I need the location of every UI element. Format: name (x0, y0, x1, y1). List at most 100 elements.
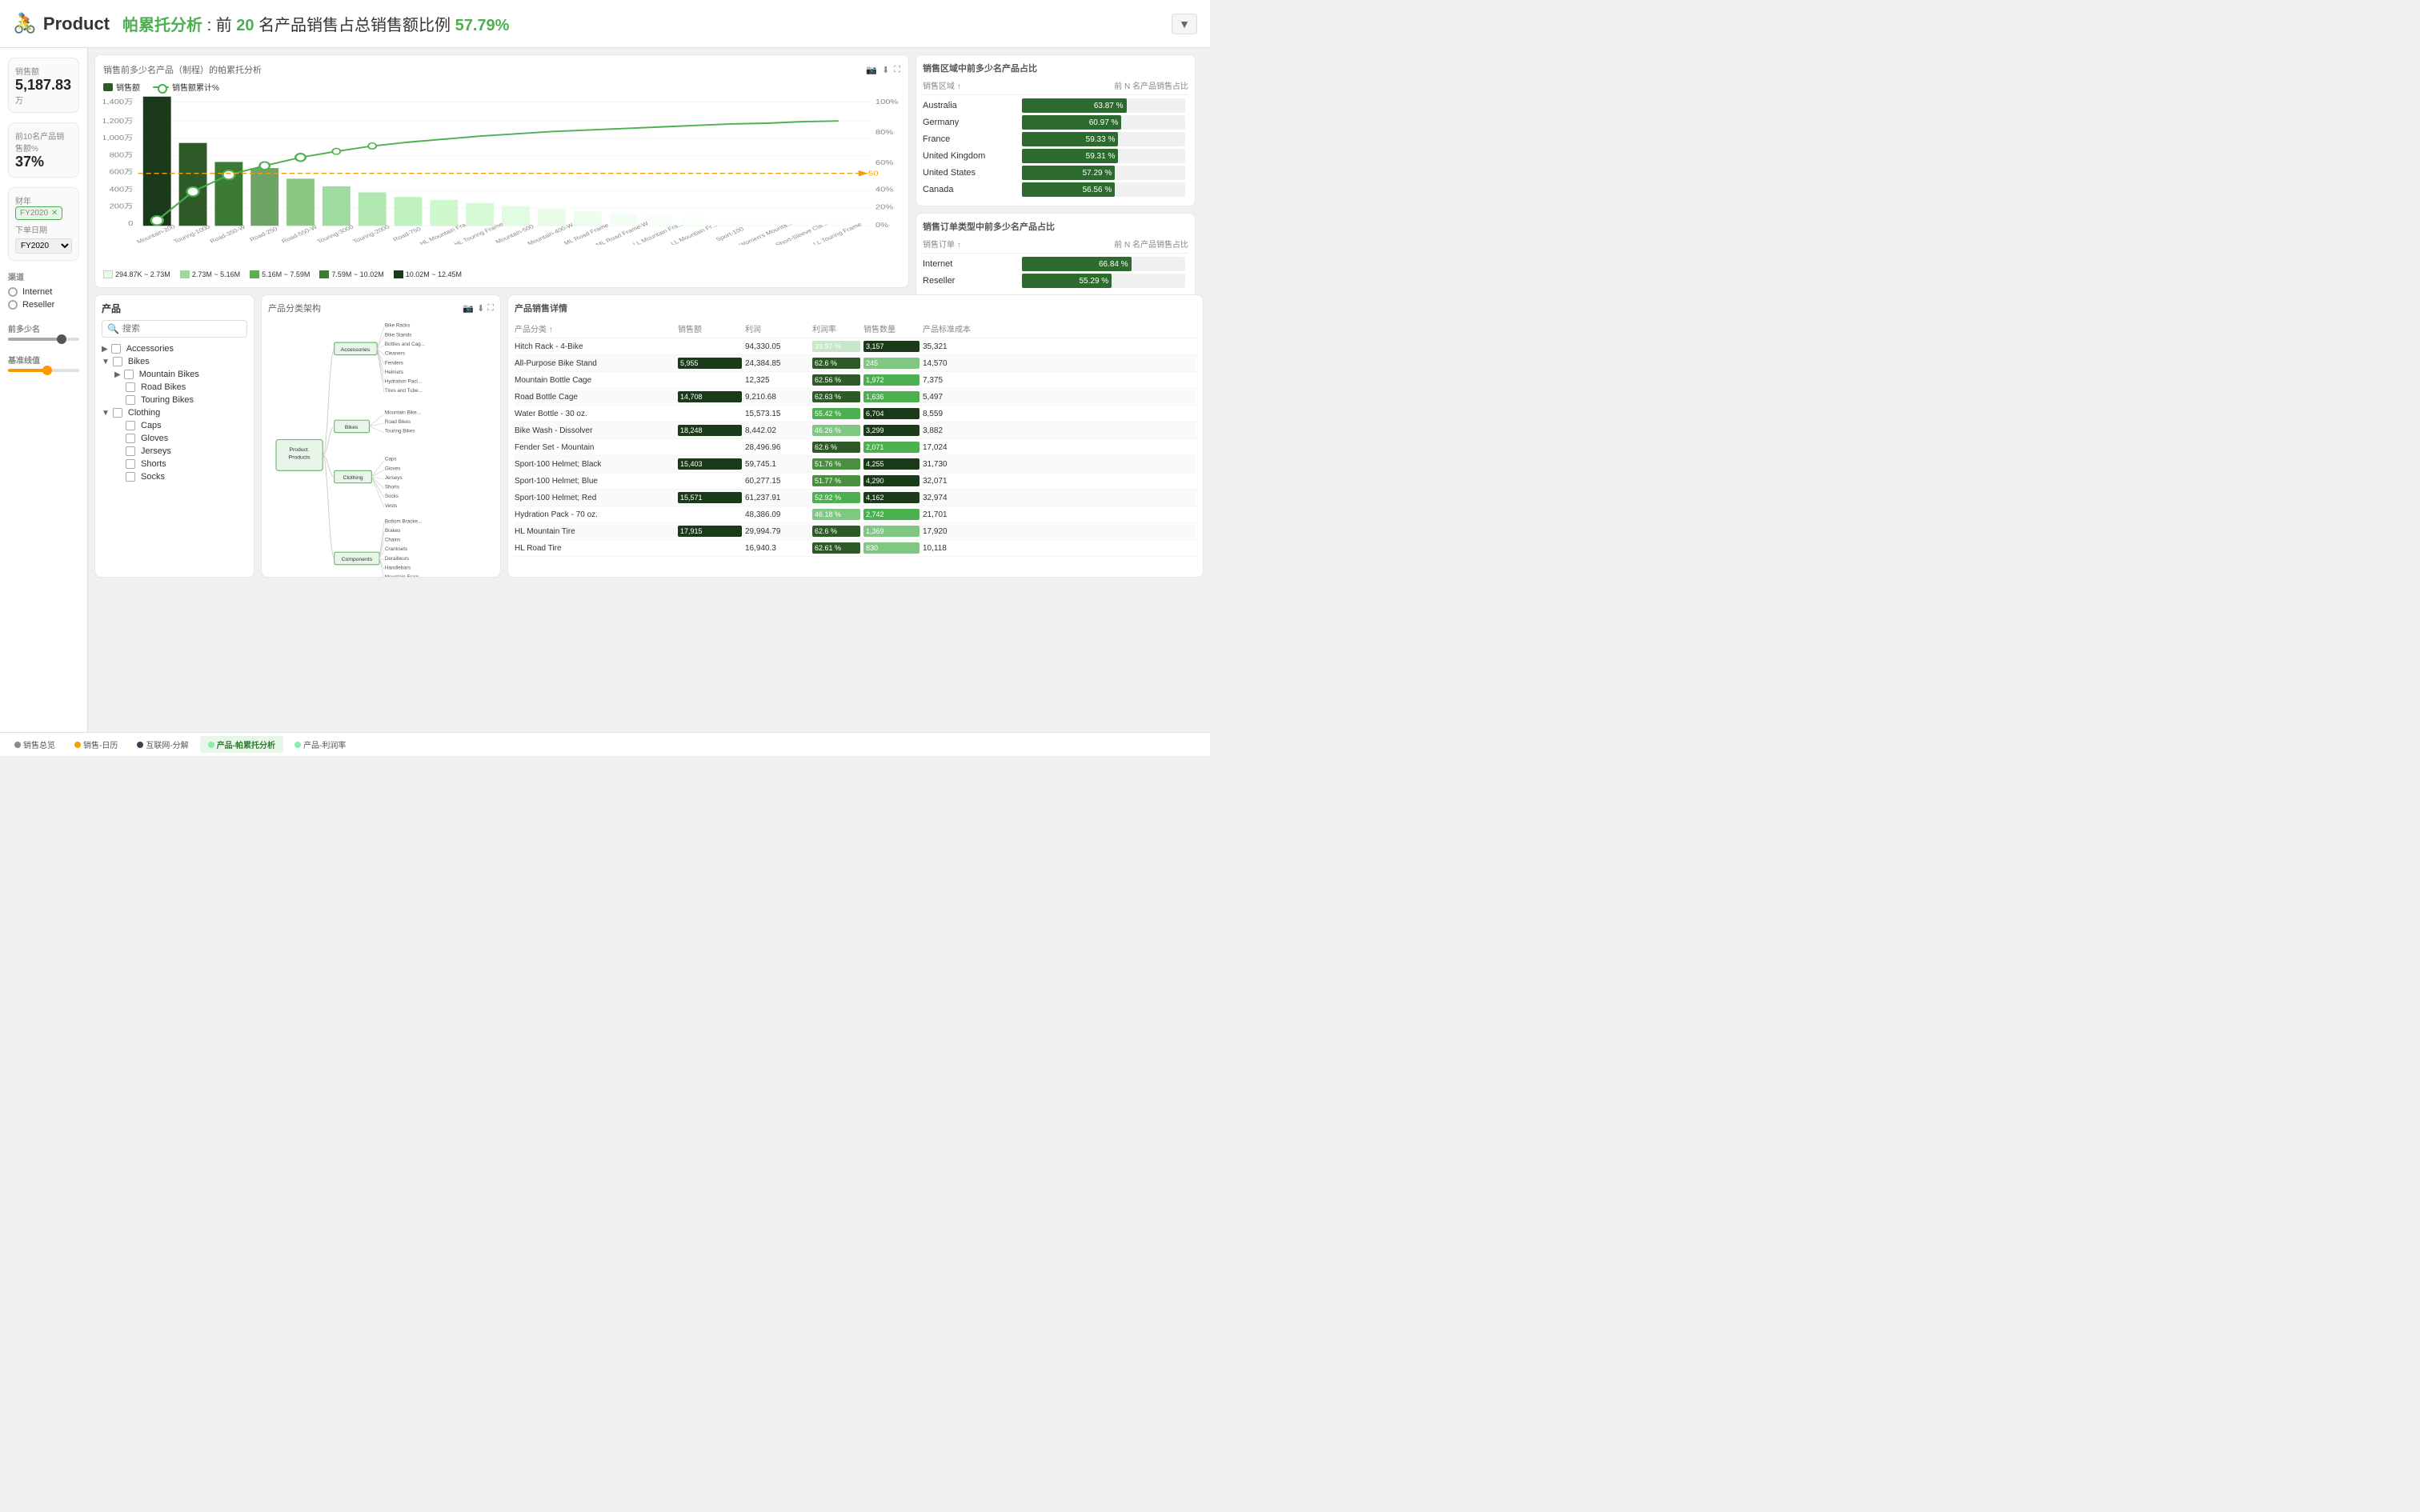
tree-checkbox[interactable] (126, 446, 135, 456)
line-point-4 (259, 162, 269, 170)
expand-chart-icon[interactable]: ⛶ (894, 65, 900, 75)
region-bar-fill: 63.87 % (1022, 98, 1127, 113)
bar-womensmtn[interactable] (753, 220, 781, 226)
range-1: 294.87K ~ 2.73M (103, 270, 170, 278)
bar-mtn400w[interactable] (538, 209, 566, 226)
tree-item[interactable]: ▼ Bikes (102, 355, 247, 368)
top-n-slider[interactable] (8, 334, 79, 344)
svg-text:Components: Components (342, 557, 373, 562)
sankey-download-icon[interactable]: ⬇ (477, 303, 484, 314)
channel-internet[interactable]: Internet (8, 287, 79, 297)
svg-text:600万: 600万 (109, 169, 133, 176)
bar-road250[interactable] (250, 168, 278, 226)
bar-hlmtnframe[interactable] (430, 200, 458, 226)
detail-row: HL Mountain Tire 17,915 29,994.79 62.6 %… (515, 523, 1196, 540)
detail-row-name: HL Road Tire (515, 544, 675, 553)
tree-item[interactable]: ▶ Accessories (102, 342, 247, 355)
tree-checkbox[interactable] (111, 344, 121, 354)
tree-checkbox[interactable] (126, 459, 135, 469)
radio-internet[interactable] (8, 287, 18, 297)
detail-margin-cell: 46.18 % (812, 509, 860, 520)
footer-tab[interactable]: 销售-日历 (66, 736, 126, 753)
chevron-icon[interactable]: ▼ (102, 358, 110, 366)
bar-mtn500[interactable] (502, 206, 530, 226)
footer-tab[interactable]: 产品-利润率 (286, 736, 354, 753)
tree-checkbox[interactable] (124, 370, 134, 379)
tree-item[interactable]: ▶ Mountain Bikes (102, 368, 247, 381)
bar-llmtnframe[interactable] (645, 215, 673, 226)
tree-item[interactable]: Shorts (102, 458, 247, 470)
download-icon[interactable]: ⬇ (882, 65, 889, 75)
footer-tab[interactable]: 产品-帕累托分析 (200, 736, 283, 753)
bar-touring3000[interactable] (323, 186, 351, 226)
tree-search-box[interactable]: 🔍 (102, 320, 247, 338)
tab-label: 销售总览 (23, 742, 55, 750)
tree-checkbox[interactable] (126, 421, 135, 430)
tree-item[interactable]: Road Bikes (102, 381, 247, 394)
detail-qty-cell: 4,255 (863, 458, 920, 470)
range-1-label: 294.87K ~ 2.73M (115, 270, 170, 278)
sankey-node-bbracket: Bottom Bracke... (385, 518, 423, 524)
tree-item-label: Shorts (141, 459, 166, 469)
bar-road550w[interactable] (286, 178, 315, 226)
detail-qty-cell: 4,290 (863, 475, 920, 486)
bar-llmtnfr[interactable] (681, 217, 709, 226)
region-col2: 前 N 名产品销售占比 (1114, 79, 1188, 91)
range-5-icon (394, 270, 403, 278)
tree-checkbox[interactable] (113, 357, 122, 366)
fiscal-year-close-icon[interactable]: ✕ (51, 209, 58, 218)
tree-checkbox[interactable] (126, 434, 135, 443)
bar-mlroadframew[interactable] (609, 214, 637, 226)
camera-icon[interactable]: 📷 (866, 65, 877, 75)
detail-row-name: Mountain Bottle Cage (515, 376, 675, 385)
channel-reseller[interactable]: Reseller (8, 300, 79, 310)
bar-sport100[interactable] (717, 218, 745, 226)
detail-margin-cell: 62.6 % (812, 442, 860, 453)
bar-touring1000[interactable] (179, 143, 207, 226)
bar-road750[interactable] (395, 197, 423, 226)
pareto-title: 销售前多少名产品（制程）的帕累托分析 (103, 63, 262, 76)
sankey-camera-icon[interactable]: 📷 (463, 303, 474, 314)
detail-row: Mountain Bottle Cage 12,325 62.56 % 1,97… (515, 372, 1196, 389)
date-select[interactable]: FY2020 (15, 238, 72, 254)
search-input[interactable] (122, 324, 242, 334)
baseline-slider[interactable] (8, 366, 79, 375)
bar-hltourframe[interactable] (466, 203, 494, 226)
detail-table-title: 产品销售详情 (515, 302, 1196, 314)
chevron-icon[interactable]: ▶ (114, 370, 121, 379)
bar-touring2000[interactable] (359, 192, 387, 226)
detail-sales-cell (678, 509, 742, 520)
tree-item[interactable]: Caps (102, 419, 247, 432)
chevron-icon[interactable]: ▼ (102, 409, 110, 418)
tree-item[interactable]: Socks (102, 470, 247, 483)
sankey-expand-icon[interactable]: ⛶ (487, 303, 494, 314)
tree-checkbox[interactable] (126, 395, 135, 405)
svg-text:Touring-1000: Touring-1000 (172, 224, 211, 245)
sankey-node-jerseys: Jerseys (385, 475, 403, 481)
tree-item[interactable]: ▼ Clothing (102, 406, 247, 419)
tree-item[interactable]: Gloves (102, 432, 247, 445)
svg-text:800万: 800万 (109, 152, 133, 159)
channel-reseller-label: Reseller (22, 300, 54, 310)
svg-text:100%: 100% (875, 98, 899, 106)
chart-area: 1,400万 1,200万 1,000万 800万 600万 400万 200万… (103, 93, 900, 269)
region-bar-container: 59.33 % (1022, 132, 1185, 146)
bar-mlroadframe[interactable] (574, 211, 602, 226)
bar-mountain200[interactable] (143, 97, 171, 226)
tree-item[interactable]: Touring Bikes (102, 394, 247, 406)
detail-margin-cell: 39.97 % (812, 341, 860, 352)
radio-reseller[interactable] (8, 300, 18, 310)
tree-checkbox[interactable] (113, 408, 122, 418)
legend-line-label: 销售额累计% (172, 81, 219, 93)
fiscal-year-tag[interactable]: FY2020 ✕ (15, 206, 62, 220)
order-row-label: Reseller (923, 276, 1019, 286)
tree-checkbox[interactable] (126, 472, 135, 482)
expand-button[interactable]: ▼ (1172, 14, 1197, 34)
region-row: Canada 56.56 % (923, 182, 1188, 197)
footer-tab[interactable]: 互联网-分解 (129, 736, 196, 753)
tree-item[interactable]: Jerseys (102, 445, 247, 458)
footer-tab[interactable]: 销售总览 (6, 736, 63, 753)
top10-kpi: 前10名产品销售额% 37% (8, 122, 79, 178)
tree-checkbox[interactable] (126, 382, 135, 392)
chevron-icon[interactable]: ▶ (102, 345, 108, 354)
